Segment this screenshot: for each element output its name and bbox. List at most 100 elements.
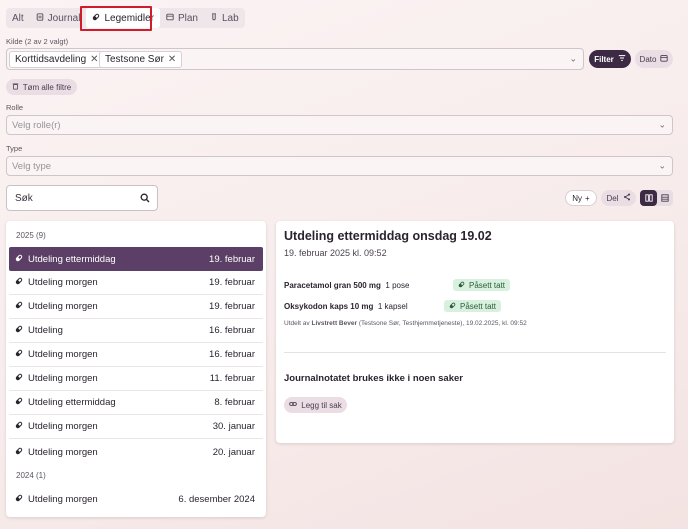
filter-button[interactable]: Filter bbox=[589, 50, 631, 68]
pill-icon bbox=[15, 325, 23, 336]
add-case-label: Legg til sak bbox=[301, 400, 342, 410]
tab-label: Plan bbox=[177, 12, 198, 24]
status-badge: Påsett tatt bbox=[453, 279, 511, 291]
list-item-date: 16. februar bbox=[209, 325, 255, 336]
remove-chip-icon[interactable]: ✕ bbox=[168, 54, 176, 65]
list-item-main: Utdeling morgen bbox=[15, 373, 98, 384]
pill-icon bbox=[15, 349, 23, 360]
pill-icon bbox=[15, 373, 23, 384]
pill-icon bbox=[92, 13, 100, 24]
source-label: Kilde (2 av 2 valgt) bbox=[6, 37, 69, 46]
list-item-title: Utdeling ettermiddag bbox=[28, 253, 116, 265]
lab-icon bbox=[210, 12, 218, 24]
chevron-down-icon: ⌄ bbox=[658, 119, 666, 130]
clear-filters-label: Tøm alle filtre bbox=[22, 82, 72, 92]
type-select[interactable]: Velg type ⌄ bbox=[6, 156, 673, 176]
tab-label: Journal bbox=[47, 12, 81, 24]
trash-icon bbox=[12, 82, 19, 92]
list-item-date: 19. februar bbox=[209, 301, 255, 312]
share-button[interactable]: Del bbox=[601, 190, 636, 206]
list-item[interactable]: Utdeling ettermiddag 19. februar bbox=[9, 247, 263, 271]
list-item-title: Utdeling morgen bbox=[28, 349, 98, 360]
date-button[interactable]: Dato bbox=[635, 50, 673, 68]
list-item[interactable]: Utdeling morgen 20. januar bbox=[9, 440, 263, 464]
role-select[interactable]: Velg rolle(r) ⌄ bbox=[6, 115, 673, 135]
list-item[interactable]: Utdeling morgen 16. februar bbox=[9, 343, 263, 367]
list-item-main: Utdeling morgen bbox=[15, 349, 98, 360]
dispensed-by: Livstrett Bever bbox=[311, 320, 357, 327]
tab-journal[interactable]: Journal bbox=[30, 8, 87, 28]
pill-icon bbox=[15, 421, 23, 432]
list-item-date: 16. februar bbox=[209, 349, 255, 360]
chip-label: Testsone Sør bbox=[105, 54, 164, 65]
list-item-date: 30. januar bbox=[212, 421, 255, 432]
source-chip: Testsone Sør ✕ bbox=[99, 51, 183, 68]
journal-note: Journalnotatet brukes ikke i noen saker bbox=[284, 373, 463, 384]
pill-icon bbox=[15, 301, 23, 312]
search-placeholder: Søk bbox=[15, 193, 33, 204]
pill-icon bbox=[15, 397, 23, 408]
list-item-title: Utdeling morgen bbox=[28, 373, 98, 384]
list-item-main: Utdeling ettermiddag bbox=[15, 397, 116, 408]
dispensed-details: (Testsone Sør, Testhjemmetjeneste), 19.0… bbox=[358, 320, 527, 327]
list-item-title: Utdeling ettermiddag bbox=[28, 397, 116, 408]
search-icon[interactable] bbox=[140, 193, 150, 206]
view-toggle bbox=[640, 190, 673, 206]
list-item[interactable]: Utdeling morgen 30. januar bbox=[9, 415, 263, 439]
list-item-title: Utdeling morgen bbox=[28, 277, 98, 288]
pill-icon bbox=[15, 494, 23, 505]
list-view-icon[interactable] bbox=[657, 190, 673, 206]
date-label: Dato bbox=[639, 54, 657, 64]
plan-icon bbox=[166, 13, 174, 24]
medication-row: Oksykodon kaps 10 mg 1 kapsel bbox=[284, 302, 408, 311]
list-item-date: 20. januar bbox=[212, 446, 255, 458]
list-item[interactable]: Utdeling morgen 11. februar bbox=[9, 367, 263, 391]
list-item[interactable]: Utdeling 16. februar bbox=[9, 319, 263, 343]
role-label: Rolle bbox=[6, 103, 24, 112]
search-input[interactable]: Søk bbox=[6, 185, 158, 211]
medication-dose: 1 kapsel bbox=[377, 302, 408, 311]
role-placeholder: Velg rolle(r) bbox=[12, 120, 61, 131]
tab-bar: Alt Journal Legemidler Plan Lab bbox=[6, 8, 245, 28]
list-item-date: 6. desember 2024 bbox=[178, 493, 255, 505]
list-item[interactable]: Utdeling morgen 19. februar bbox=[9, 295, 263, 319]
list-item[interactable]: Utdeling morgen 6. desember 2024 bbox=[9, 487, 263, 511]
link-icon bbox=[289, 400, 298, 410]
chip-label: Korttidsavdeling bbox=[15, 54, 87, 65]
share-label: Del bbox=[606, 193, 619, 203]
pill-icon bbox=[15, 277, 23, 288]
list-item-title: Utdeling bbox=[28, 325, 63, 336]
tab-label: Alt bbox=[12, 12, 24, 24]
tab-label: Legemidler bbox=[104, 12, 154, 24]
tab-legemidler[interactable]: Legemidler bbox=[86, 8, 160, 28]
list-item-date: 11. februar bbox=[209, 373, 255, 384]
list-item-main: Utdeling morgen bbox=[15, 447, 98, 458]
split-view-icon[interactable] bbox=[640, 190, 657, 206]
list-item-main: Utdeling bbox=[15, 325, 63, 336]
list-item-main: Utdeling morgen bbox=[15, 277, 98, 288]
source-select[interactable]: Korttidsavdeling ✕ Testsone Sør ✕ ⌄ bbox=[6, 48, 584, 70]
list-item-main: Utdeling morgen bbox=[15, 301, 98, 312]
new-button[interactable]: Ny + bbox=[565, 190, 597, 206]
share-icon bbox=[623, 193, 631, 203]
clear-filters-button[interactable]: Tøm alle filtre bbox=[6, 79, 77, 95]
tab-lab[interactable]: Lab bbox=[204, 8, 245, 28]
dispensed-info: Utdelt av Livstrett Bever (Testsone Sør,… bbox=[284, 320, 527, 327]
tab-label: Lab bbox=[221, 12, 239, 24]
plus-icon: + bbox=[585, 193, 590, 203]
chevron-down-icon: ⌄ bbox=[569, 53, 577, 64]
list-item[interactable]: Utdeling morgen 19. februar bbox=[9, 271, 263, 295]
year-header: 2024 (1) bbox=[16, 471, 46, 480]
tab-plan[interactable]: Plan bbox=[160, 8, 204, 28]
add-case-button[interactable]: Legg til sak bbox=[284, 397, 347, 413]
remove-chip-icon[interactable]: ✕ bbox=[90, 54, 98, 65]
list-item[interactable]: Utdeling ettermiddag 8. februar bbox=[9, 391, 263, 415]
status-label: Påsett tatt bbox=[460, 301, 497, 311]
pill-icon bbox=[15, 254, 23, 265]
tab-alt[interactable]: Alt bbox=[6, 8, 30, 28]
type-label: Type bbox=[6, 144, 23, 153]
detail-title: Utdeling ettermiddag onsdag 19.02 bbox=[284, 229, 492, 243]
filter-icon bbox=[618, 54, 626, 64]
status-badge: Påsett tatt bbox=[444, 300, 502, 312]
list-item-title: Utdeling morgen bbox=[28, 493, 98, 505]
